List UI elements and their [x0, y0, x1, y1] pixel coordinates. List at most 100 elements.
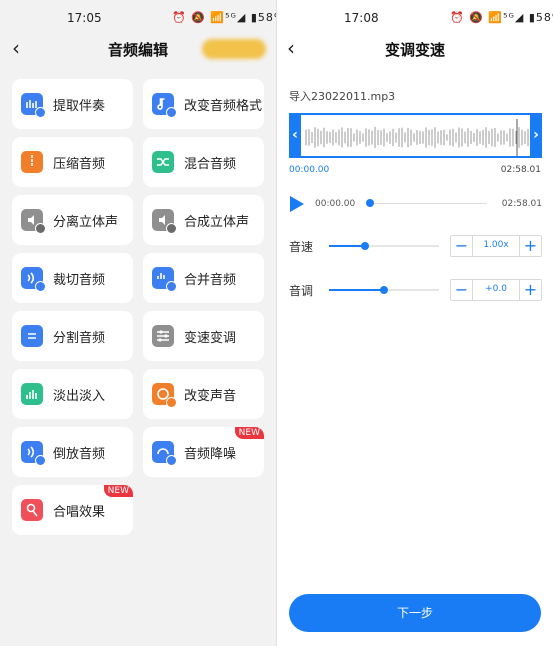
new-badge: NEW: [103, 485, 133, 497]
pitch-minus-button[interactable]: −: [451, 280, 473, 300]
playback-knob[interactable]: [366, 199, 374, 207]
status-time: 17:08: [344, 11, 379, 25]
right-trim-handle[interactable]: ›: [530, 113, 542, 158]
tool-card[interactable]: 裁切音频: [12, 253, 133, 303]
audio-edit-screen: 17:05 ⏰ 🔕 📶⁵ᴳ◢ ▮58% ‹ 音频编辑 提取伴奏 改变音频格式压缩音…: [0, 0, 284, 646]
pitch-plus-button[interactable]: +: [519, 280, 541, 300]
speed-slider-knob[interactable]: [361, 242, 370, 250]
pitch-value: +0.0: [485, 284, 507, 294]
tool-card-label: 淡出淡入: [53, 389, 106, 404]
new-badge: NEW: [234, 427, 264, 439]
speed-minus-button[interactable]: −: [451, 236, 473, 256]
status-time: 17:05: [67, 11, 102, 25]
tool-card-label: 混合音频: [184, 157, 237, 172]
tool-card-label: 提取伴奏: [53, 99, 106, 114]
tool-card[interactable]: 合唱效果 NEW: [12, 485, 133, 535]
tool-card[interactable]: 合并音频: [143, 253, 264, 303]
status-icons: ⏰ 🔕 📶⁵ᴳ◢ ▮58%: [450, 11, 553, 24]
tool-card[interactable]: 混合音频: [143, 137, 264, 187]
tool-card-label: 分割音频: [53, 331, 106, 346]
tool-card-label: 音频降噪: [184, 447, 237, 462]
status-bar: 17:05 ⏰ 🔕 📶⁵ᴳ◢ ▮58%: [0, 0, 284, 36]
tool-card-label: 压缩音频: [53, 157, 106, 172]
pitch-slider-knob[interactable]: [380, 286, 388, 294]
pitch-slider[interactable]: [329, 286, 439, 294]
split-audio-icon: [21, 325, 43, 347]
tool-card-label: 合并音频: [184, 273, 237, 288]
status-icons: ⏰ 🔕 📶⁵ᴳ◢ ▮58%: [172, 11, 286, 24]
total-time: 02:58.01: [501, 199, 542, 209]
trim-audio-icon: [21, 267, 46, 292]
nav-bar: ‹ 音频编辑: [0, 36, 276, 64]
pitch-label: 音调: [289, 284, 314, 298]
speed-pitch-screen: 17:08 ⏰ 🔕 📶⁵ᴳ◢ ▮58% ‹ 变调变速 导入23022011.mp…: [277, 0, 553, 646]
tool-card[interactable]: 压缩音频: [12, 137, 133, 187]
sub-badge-icon: [166, 223, 177, 234]
change-voice-icon: [152, 383, 177, 408]
speed-value: 1.00x: [483, 240, 509, 250]
tool-card[interactable]: 音频降噪 NEW: [143, 427, 264, 477]
tool-card[interactable]: 淡出淡入: [12, 369, 133, 419]
selection-start-time: 00:00.00: [289, 165, 330, 175]
speed-slider[interactable]: [329, 242, 439, 250]
tool-card[interactable]: 提取伴奏: [12, 79, 133, 129]
tool-card[interactable]: 倒放音频: [12, 427, 133, 477]
tool-card[interactable]: 分离立体声: [12, 195, 133, 245]
tool-card[interactable]: 分割音频: [12, 311, 133, 361]
chorus-effect-icon: [21, 499, 43, 521]
tool-card[interactable]: 合成立体声: [143, 195, 264, 245]
speed-pitch-icon: [152, 325, 174, 347]
sub-badge-icon: [35, 455, 46, 466]
tool-card-label: 改变音频格式: [184, 99, 263, 114]
pitch-control: 音调 − +0.0 +: [289, 279, 542, 301]
nav-bar: ‹ 变调变速: [277, 36, 553, 64]
reverse-audio-icon: [21, 441, 46, 466]
tool-card[interactable]: 变速变调: [143, 311, 264, 361]
selection-end-time: 02:58.01: [500, 165, 541, 175]
page-title: 变调变速: [384, 41, 445, 59]
waveform-selector[interactable]: ‹ ›: [289, 113, 542, 158]
compress-audio-icon: [21, 151, 43, 173]
waveform: [305, 119, 529, 156]
play-icon[interactable]: [290, 196, 304, 212]
speed-plus-button[interactable]: +: [519, 236, 541, 256]
tool-card-label: 变速变调: [184, 331, 237, 346]
status-bar: 17:08 ⏰ 🔕 📶⁵ᴳ◢ ▮58%: [277, 0, 553, 36]
join-audio-icon: [152, 267, 177, 292]
sub-badge-icon: [166, 397, 177, 408]
speed-label: 音速: [289, 240, 314, 254]
sub-badge-icon: [166, 455, 177, 466]
split-stereo-icon: [21, 209, 46, 234]
sub-badge-icon: [35, 223, 46, 234]
tool-card-label: 改变声音: [184, 389, 237, 404]
tool-card-label: 倒放音频: [53, 447, 106, 462]
noise-reduction-icon: [152, 441, 177, 466]
sub-badge-icon: [35, 107, 46, 118]
mix-audio-icon: [152, 151, 174, 173]
current-time: 00:00.00: [315, 199, 356, 209]
merge-stereo-icon: [152, 209, 177, 234]
sub-badge-icon: [166, 281, 177, 292]
audio-player: 00:00.00 02:58.01: [289, 196, 542, 212]
speed-control: 音速 − 1.00x +: [289, 235, 542, 257]
speed-slider-fill: [329, 245, 366, 247]
next-step-button[interactable]: 下一步: [289, 594, 541, 632]
tool-card-label: 分离立体声: [53, 215, 119, 230]
tool-card-label: 裁切音频: [53, 273, 106, 288]
tool-card-label: 合唱效果: [53, 505, 106, 520]
fade-icon: [21, 383, 43, 405]
change-format-icon: [152, 93, 177, 118]
pitch-slider-fill: [329, 289, 384, 291]
sub-badge-icon: [166, 107, 177, 118]
sub-badge-icon: [35, 281, 46, 292]
left-trim-handle[interactable]: ‹: [289, 113, 301, 158]
extract-accompaniment-icon: [21, 93, 46, 118]
tool-card[interactable]: 改变声音: [143, 369, 264, 419]
speed-stepper: − 1.00x +: [450, 235, 542, 257]
vip-button[interactable]: [202, 39, 266, 59]
pitch-stepper: − +0.0 +: [450, 279, 542, 301]
playback-track[interactable]: [367, 203, 487, 204]
tool-card[interactable]: 改变音频格式: [143, 79, 264, 129]
tool-card-label: 合成立体声: [184, 215, 250, 230]
file-name: 导入23022011.mp3: [289, 90, 396, 103]
